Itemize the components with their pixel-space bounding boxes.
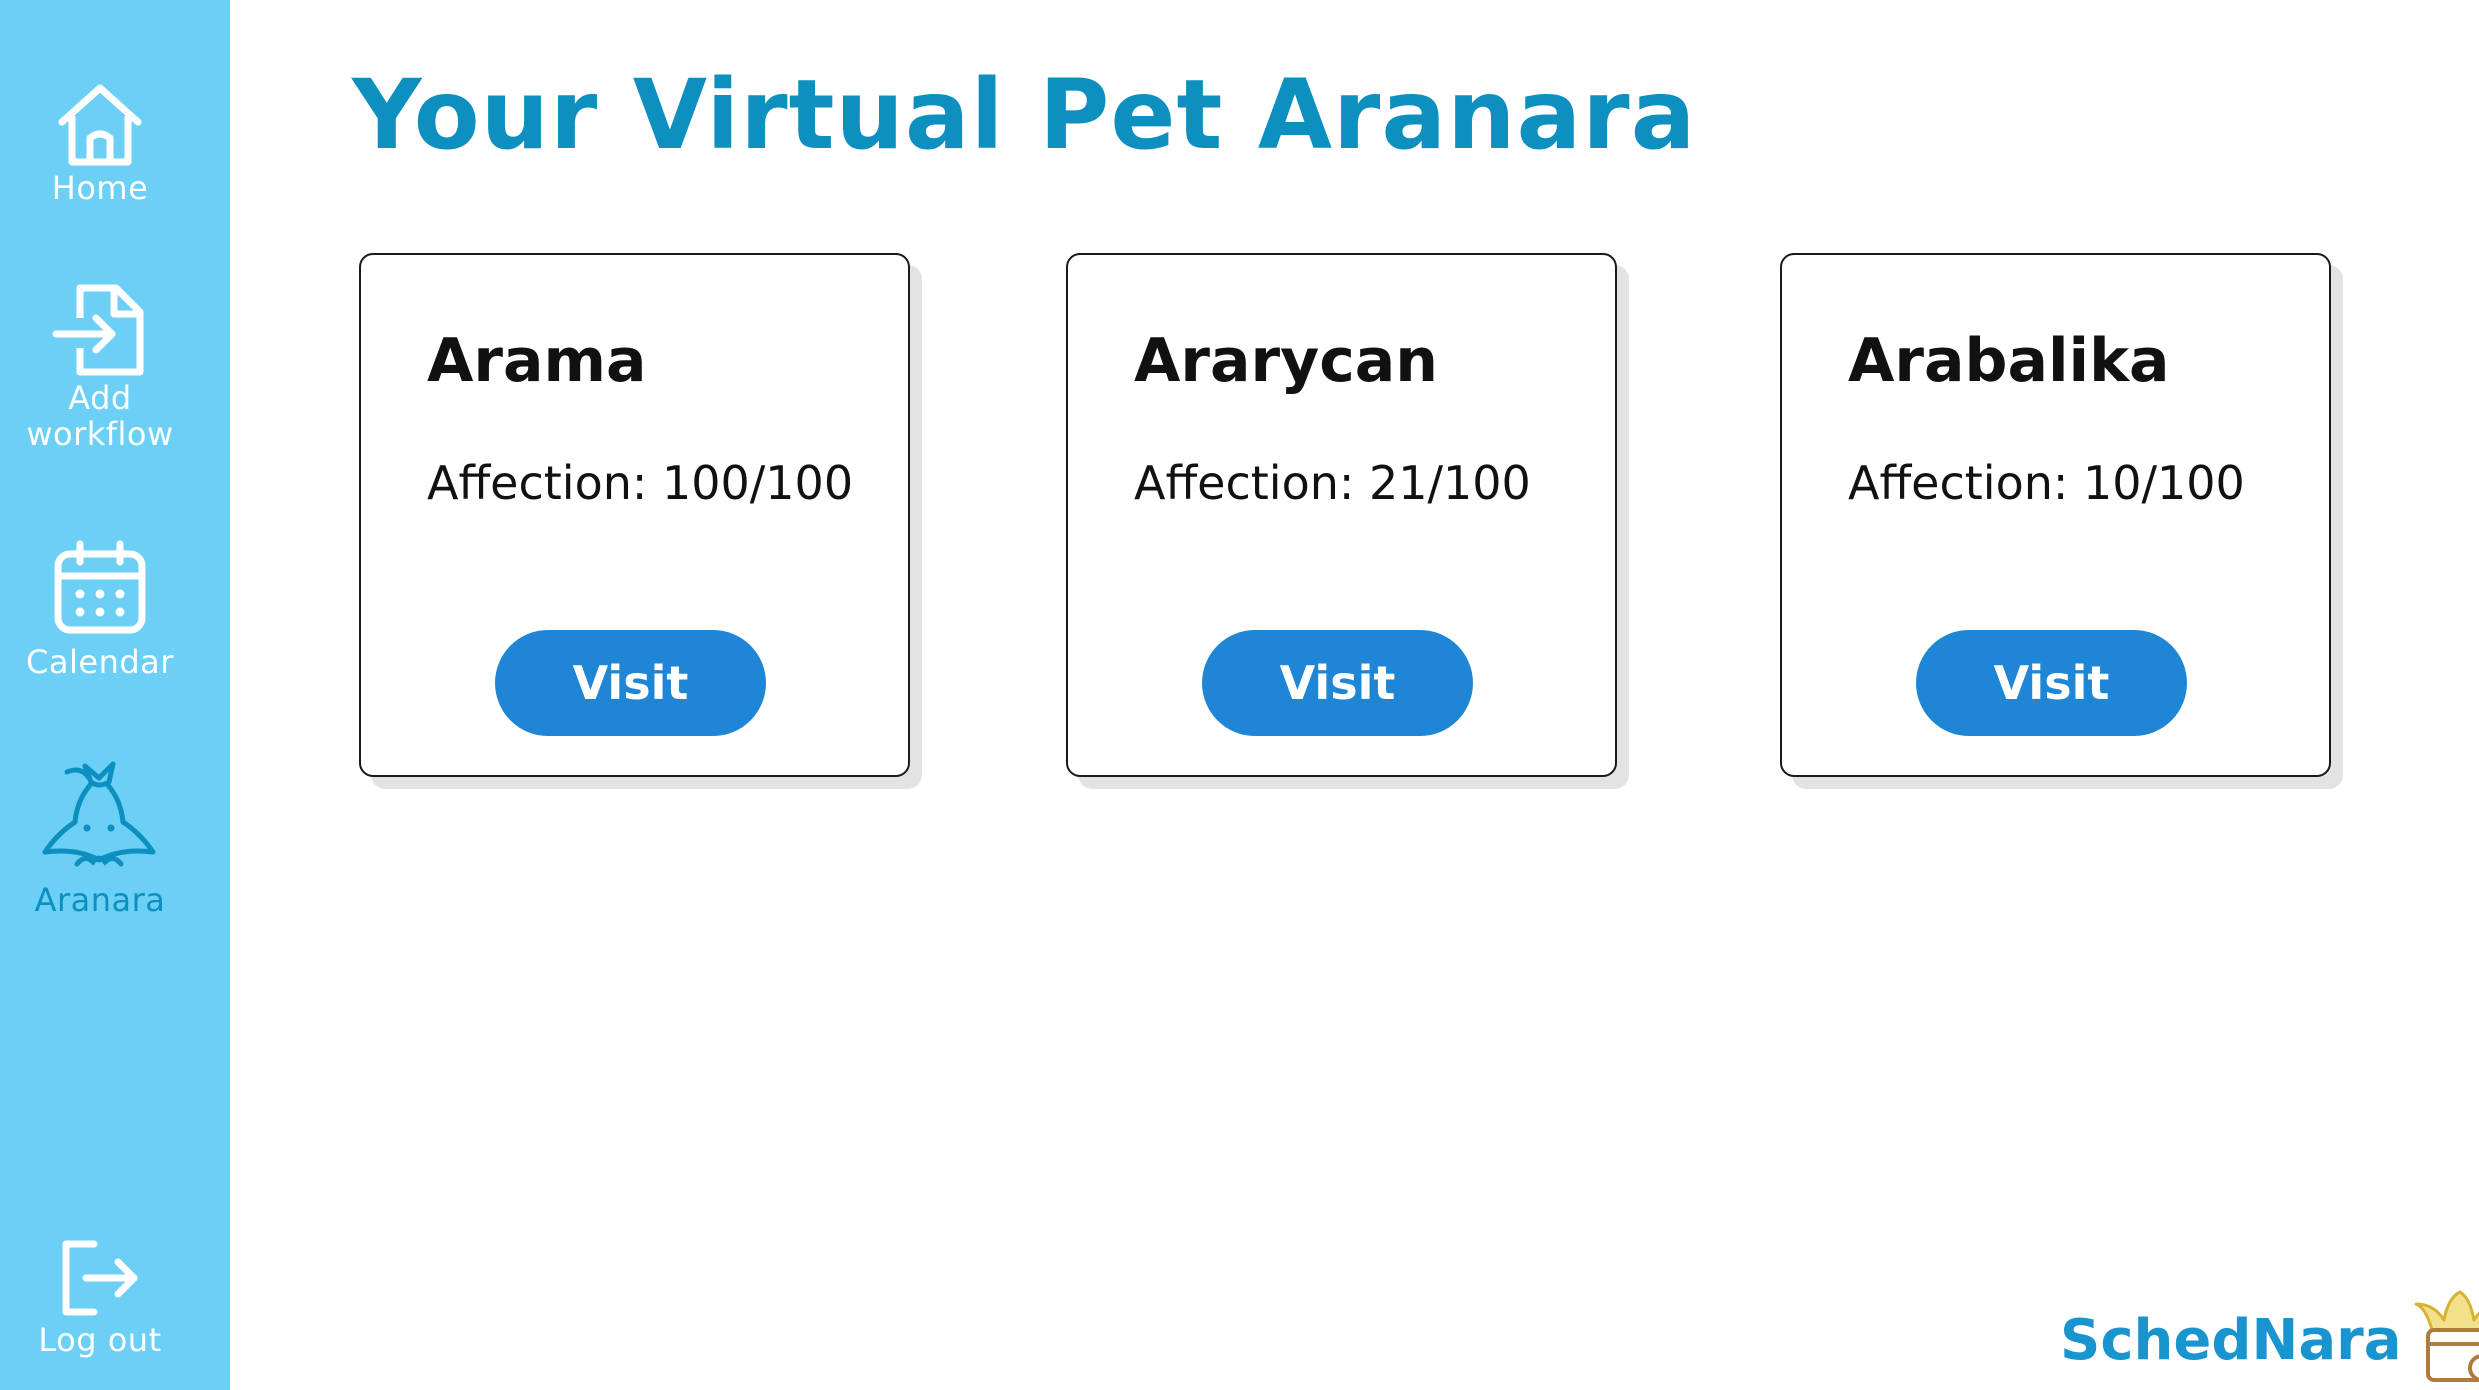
page-title: Your Virtual Pet Aranara (352, 59, 1697, 171)
sidebar-item-label: Aranara (34, 881, 166, 919)
app-root: Home Add workflow Calendar Aranara Log o… (0, 0, 2479, 1390)
schednara-logo-icon (2412, 1290, 2479, 1390)
sidebar-item-add-workflow[interactable]: Add workflow (0, 282, 200, 452)
sidebar-item-calendar[interactable]: Calendar (0, 540, 200, 680)
pet-name: Arama (427, 326, 647, 396)
pet-affection: Affection: 21/100 (1134, 456, 1531, 510)
sidebar-item-aranara[interactable]: Aranara (0, 752, 200, 918)
pet-name: Arabalika (1848, 326, 2170, 396)
pet-affection: Affection: 10/100 (1848, 456, 2245, 510)
sidebar-item-label: Home (51, 169, 149, 207)
sidebar-item-label: Calendar (26, 643, 174, 681)
pet-card: Arama Affection: 100/100 Visit (359, 253, 910, 777)
sidebar-item-home[interactable]: Home (0, 80, 200, 206)
brand-logo: SchedNara (2060, 1290, 2479, 1390)
file-import-icon (52, 282, 148, 380)
pet-name: Ararycan (1134, 326, 1438, 396)
logout-label: Log out (38, 1321, 162, 1359)
logout-button[interactable]: Log out (0, 1238, 200, 1358)
logout-icon (58, 1238, 142, 1318)
sidebar-item-label: Add workflow (26, 379, 174, 453)
pet-card: Arabalika Affection: 10/100 Visit (1780, 253, 2331, 777)
calendar-icon (52, 540, 148, 636)
pet-affection: Affection: 100/100 (427, 456, 854, 510)
pet-card: Ararycan Affection: 21/100 Visit (1066, 253, 1617, 777)
aranara-icon (37, 752, 163, 878)
sidebar: Home Add workflow Calendar Aranara Log o… (0, 0, 230, 1390)
visit-button[interactable]: Visit (495, 630, 766, 736)
visit-button[interactable]: Visit (1916, 630, 2187, 736)
home-icon (54, 80, 146, 170)
brand-name: SchedNara (2060, 1307, 2402, 1373)
visit-button[interactable]: Visit (1202, 630, 1473, 736)
